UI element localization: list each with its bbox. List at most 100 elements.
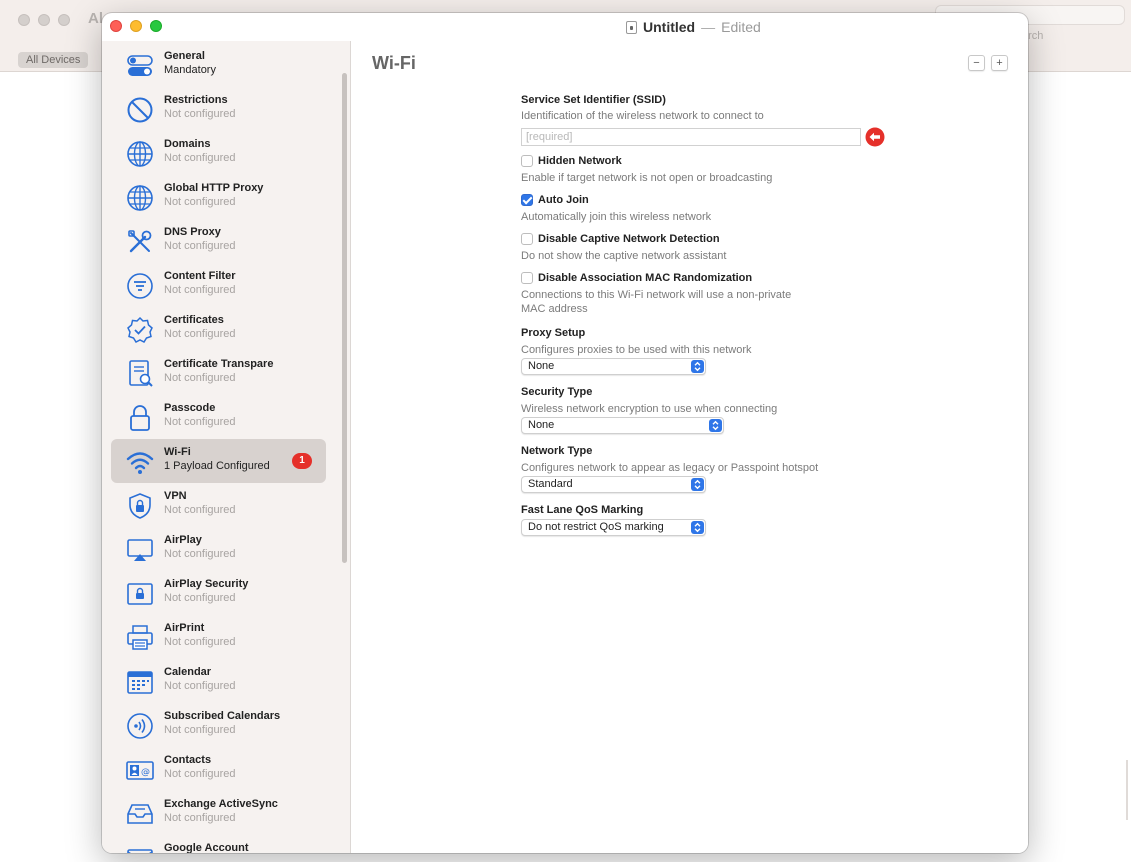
- sidebar-item-subtitle: Not configured: [164, 416, 236, 428]
- hidden-network-label: Hidden Network: [538, 155, 622, 167]
- sidebar-item-calendar[interactable]: Calendar Not configured: [111, 659, 326, 703]
- mac-randomization-row[interactable]: Disable Association MAC Randomization: [521, 271, 752, 285]
- sidebar-item-title: Content Filter: [164, 270, 236, 282]
- contacts-icon: @: [125, 755, 155, 785]
- payload-count-badge: 1: [292, 453, 312, 469]
- sidebar-item-title: VPN: [164, 490, 187, 502]
- security-type-value: None: [528, 419, 555, 431]
- sidebar-item-contacts[interactable]: @ Contacts Not configured: [111, 747, 326, 791]
- sidebar-item-certificate-transpare[interactable]: Certificate Transpare Not configured: [111, 351, 326, 395]
- traffic-lights: [110, 20, 162, 32]
- captive-detection-checkbox[interactable]: [521, 233, 533, 245]
- hidden-network-checkbox[interactable]: [521, 155, 533, 167]
- certificate-transparency-icon: [125, 359, 155, 389]
- airplay-icon: [125, 535, 155, 565]
- sidebar-item-airplay-security[interactable]: AirPlay Security Not configured: [111, 571, 326, 615]
- pane-title: Wi-Fi: [372, 53, 416, 73]
- certificate-icon: [125, 315, 155, 345]
- mac-randomization-description-line2: MAC address: [521, 303, 588, 315]
- sidebar-item-google-account[interactable]: Google Account: [111, 835, 326, 853]
- sidebar-item-subscribed-calendars[interactable]: Subscribed Calendars Not configured: [111, 703, 326, 747]
- sidebar-item-title: Global HTTP Proxy: [164, 182, 264, 194]
- ssid-description: Identification of the wireless network t…: [521, 110, 764, 122]
- sidebar-item-general[interactable]: General Mandatory: [111, 43, 326, 87]
- window-title-name: Untitled: [643, 19, 696, 35]
- window-title-status: Edited: [721, 19, 761, 35]
- remove-payload-button[interactable]: −: [968, 55, 985, 71]
- sidebar-item-wi-fi[interactable]: Wi-Fi 1 Payload Configured 1: [111, 439, 326, 483]
- sidebar-item-subtitle: Not configured: [164, 724, 236, 736]
- background-title: Al: [88, 10, 103, 27]
- payload-sidebar[interactable]: General Mandatory Restrictions Not configur…: [102, 41, 351, 853]
- sidebar-item-title: Google Account: [164, 842, 249, 853]
- sidebar-item-restrictions[interactable]: Restrictions Not configured: [111, 87, 326, 131]
- sidebar-item-title: Restrictions: [164, 94, 228, 106]
- ssid-label: Service Set Identifier (SSID): [521, 94, 666, 106]
- sidebar-item-passcode[interactable]: Passcode Not configured: [111, 395, 326, 439]
- sidebar-item-subtitle: Not configured: [164, 240, 236, 252]
- ssid-input[interactable]: [521, 128, 861, 146]
- sidebar-item-title: Passcode: [164, 402, 216, 414]
- security-type-select[interactable]: None: [521, 417, 724, 434]
- sidebar-item-airplay[interactable]: AirPlay Not configured: [111, 527, 326, 571]
- captive-detection-description: Do not show the captive network assistan…: [521, 250, 727, 262]
- airplay-security-icon: [125, 579, 155, 609]
- required-warning-icon[interactable]: [865, 127, 885, 147]
- sidebar-item-title: Calendar: [164, 666, 212, 678]
- auto-join-description: Automatically join this wireless network: [521, 211, 712, 223]
- add-payload-button[interactable]: +: [991, 55, 1008, 71]
- sidebar-scrollbar[interactable]: [342, 73, 347, 563]
- sidebar-item-subtitle: Not configured: [164, 768, 236, 780]
- window-title-separator: —: [701, 19, 716, 35]
- chevron-updown-icon: [691, 360, 704, 373]
- lock-icon: [125, 403, 155, 433]
- proxy-setup-description: Configures proxies to be used with this …: [521, 344, 752, 356]
- sidebar-item-subtitle: Not configured: [164, 592, 236, 604]
- sidebar-item-subtitle: Not configured: [164, 504, 236, 516]
- sidebar-item-vpn[interactable]: VPN Not configured: [111, 483, 326, 527]
- restrictions-icon: [125, 95, 155, 125]
- vpn-icon: [125, 491, 155, 521]
- window-title: Untitled — Edited: [626, 19, 761, 35]
- sidebar-item-certificates[interactable]: Certificates Not configured: [111, 307, 326, 351]
- all-devices-button[interactable]: All Devices: [18, 52, 89, 68]
- hidden-network-row[interactable]: Hidden Network: [521, 154, 622, 168]
- svg-text:@: @: [141, 768, 150, 778]
- qos-marking-select[interactable]: Do not restrict QoS marking: [521, 519, 706, 536]
- proxy-setup-value: None: [528, 360, 555, 372]
- exchange-icon: [125, 799, 155, 829]
- captive-detection-row[interactable]: Disable Captive Network Detection: [521, 232, 720, 246]
- close-button[interactable]: [110, 20, 122, 32]
- minimize-button[interactable]: [130, 20, 142, 32]
- sidebar-item-global-http-proxy[interactable]: Global HTTP Proxy Not configured: [111, 175, 326, 219]
- filter-icon: [125, 271, 155, 301]
- wifi-settings-pane: Wi-Fi − + Service Set Identifier (SSID) …: [352, 41, 1028, 853]
- proxy-globe-icon: [125, 183, 155, 213]
- hidden-network-description: Enable if target network is not open or …: [521, 172, 773, 184]
- proxy-setup-select[interactable]: None: [521, 358, 706, 375]
- bg-zoom-button[interactable]: [58, 14, 70, 26]
- chevron-updown-icon: [691, 478, 704, 491]
- sidebar-item-domains[interactable]: Domains Not configured: [111, 131, 326, 175]
- sidebar-item-subtitle: 1 Payload Configured: [164, 460, 270, 472]
- network-type-description: Configures network to appear as legacy o…: [521, 462, 819, 474]
- security-type-description: Wireless network encryption to use when …: [521, 403, 778, 415]
- sidebar-item-exchange-activesync[interactable]: Exchange ActiveSync Not configured: [111, 791, 326, 835]
- sidebar-item-subtitle: Not configured: [164, 680, 236, 692]
- bg-close-button[interactable]: [18, 14, 30, 26]
- sidebar-item-subtitle: Not configured: [164, 152, 236, 164]
- zoom-button[interactable]: [150, 20, 162, 32]
- sidebar-item-subtitle: Not configured: [164, 284, 236, 296]
- sidebar-item-title: Wi-Fi: [164, 446, 191, 458]
- globe-icon: [125, 139, 155, 169]
- sidebar-item-airprint[interactable]: AirPrint Not configured: [111, 615, 326, 659]
- bg-minimize-button[interactable]: [38, 14, 50, 26]
- network-type-value: Standard: [528, 478, 573, 490]
- mac-randomization-checkbox[interactable]: [521, 272, 533, 284]
- auto-join-checkbox[interactable]: [521, 194, 533, 206]
- auto-join-row[interactable]: Auto Join: [521, 193, 589, 207]
- sidebar-item-subtitle: Not configured: [164, 372, 236, 384]
- sidebar-item-content-filter[interactable]: Content Filter Not configured: [111, 263, 326, 307]
- sidebar-item-dns-proxy[interactable]: DNS Proxy Not configured: [111, 219, 326, 263]
- network-type-select[interactable]: Standard: [521, 476, 706, 493]
